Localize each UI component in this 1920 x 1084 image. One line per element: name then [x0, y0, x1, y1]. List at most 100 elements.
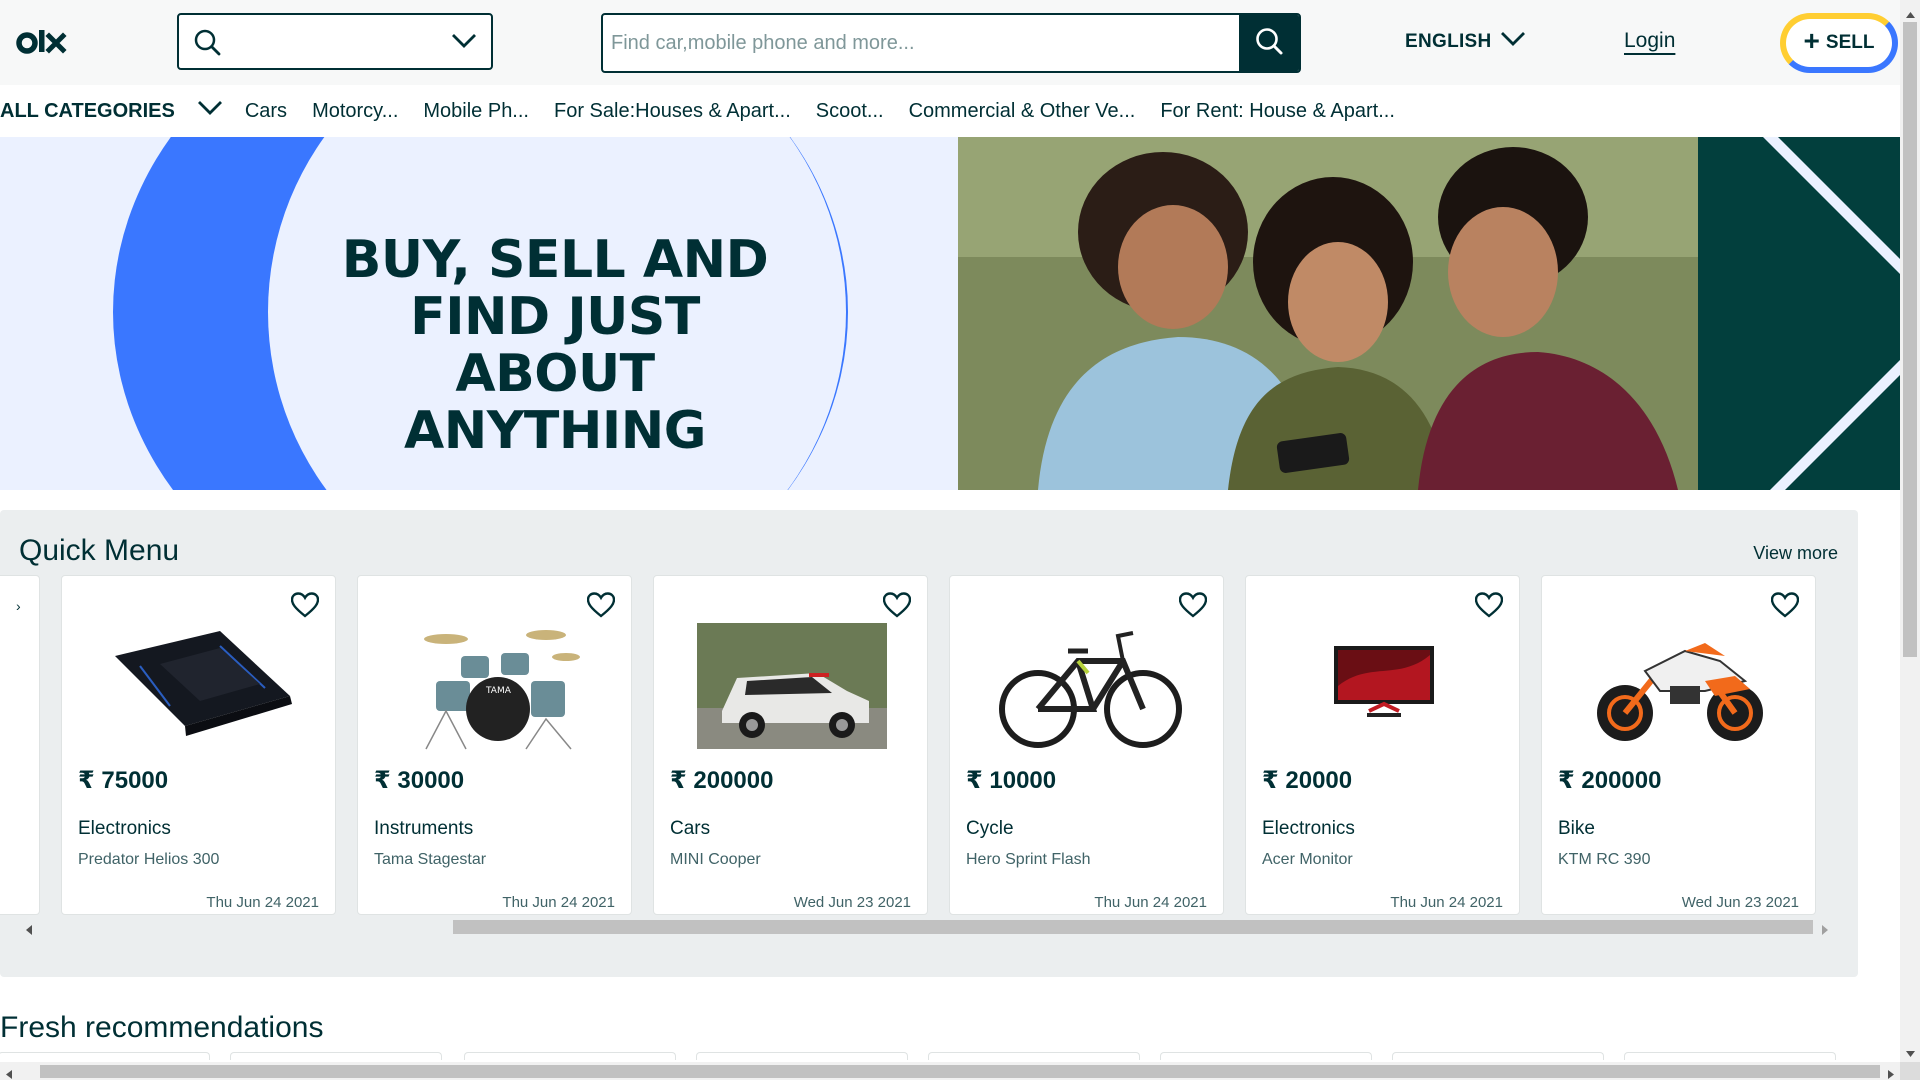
card-title: Hero Sprint Flash: [966, 851, 1091, 868]
heart-icon[interactable]: [1178, 592, 1208, 623]
heart-icon[interactable]: [882, 592, 912, 623]
category-item-motorcycles[interactable]: Motorcy...: [312, 100, 398, 123]
card-placeholder[interactable]: [1392, 1052, 1604, 1060]
quick-menu-carousel: › ₹ 75000 Electronics Predator Helios 30…: [0, 575, 1835, 915]
search-button[interactable]: [1239, 15, 1299, 71]
card-date: Thu Jun 24 2021: [1390, 894, 1503, 911]
category-item-scooters[interactable]: Scoot...: [816, 100, 884, 123]
search-bar: [601, 13, 1301, 73]
banner-photo: [958, 137, 1698, 490]
heart-icon[interactable]: [290, 592, 320, 623]
scroll-up-icon[interactable]: [1906, 5, 1915, 23]
heart-icon[interactable]: [1474, 592, 1504, 623]
sell-label: SELL: [1825, 32, 1875, 53]
scroll-right-icon[interactable]: [1888, 1066, 1894, 1084]
quick-menu-section: Quick Menu View more › ₹ 75000 Electroni…: [0, 510, 1858, 977]
card-title: KTM RC 390: [1558, 851, 1651, 868]
card-category: Electronics: [1262, 818, 1355, 839]
car-icon: [674, 621, 909, 751]
category-nav: ALL CATEGORIES Cars Motorcy... Mobile Ph…: [0, 85, 1900, 137]
scroll-right-icon[interactable]: [1820, 922, 1828, 940]
card-date: Thu Jun 24 2021: [1094, 894, 1207, 911]
scroll-left-icon[interactable]: [26, 922, 34, 940]
page-horizontal-scrollbar-thumb[interactable]: [40, 1065, 1880, 1078]
card-price: ₹ 200000: [670, 767, 774, 794]
product-card[interactable]: ₹ 20000 Electronics Acer Monitor Thu Jun…: [1245, 575, 1520, 915]
scroll-left-icon[interactable]: [6, 1066, 12, 1084]
card-price: ₹ 20000: [1262, 767, 1353, 794]
plus-icon: +: [1803, 25, 1820, 56]
drum-kit-icon: TAMA: [378, 621, 613, 751]
language-label: ENGLISH: [1405, 31, 1492, 52]
monitor-icon: [1266, 621, 1501, 751]
card-category: Cycle: [966, 818, 1014, 839]
chevron-down-icon: [1500, 30, 1526, 54]
page-horizontal-scrollbar[interactable]: [0, 1062, 1900, 1080]
page-vertical-scrollbar[interactable]: [1900, 0, 1920, 1062]
card-placeholder[interactable]: [1624, 1052, 1836, 1060]
language-selector[interactable]: ENGLISH: [1405, 30, 1526, 54]
card-date: Wed Jun 23 2021: [1681, 894, 1799, 911]
product-card[interactable]: TAMA ₹ 30000 Instruments Tama Stagestar …: [357, 575, 632, 915]
all-categories-menu[interactable]: ALL CATEGORIES: [0, 99, 223, 123]
login-link[interactable]: Login: [1624, 29, 1675, 53]
chevron-down-icon[interactable]: [451, 32, 477, 55]
hero-banner[interactable]: BUY, SELL AND FIND JUST ABOUT ANYTHING: [0, 137, 1900, 490]
page-vertical-scrollbar-thumb[interactable]: [1903, 22, 1917, 657]
card-category: Bike: [1558, 818, 1595, 839]
card-date: Wed Jun 23 2021: [793, 894, 911, 911]
fresh-recommendations-title: Fresh recommendations: [0, 1011, 324, 1044]
card-price: ₹ 10000: [966, 767, 1057, 794]
card-placeholder[interactable]: [464, 1052, 676, 1060]
search-input[interactable]: [603, 15, 1239, 71]
product-card[interactable]: ₹ 200000 Bike KTM RC 390 Wed Jun 23 2021: [1541, 575, 1816, 915]
olx-logo[interactable]: [16, 26, 76, 60]
card-placeholder[interactable]: [696, 1052, 908, 1060]
category-item-houses-rent[interactable]: For Rent: House & Apart...: [1160, 100, 1395, 123]
card-price: ₹ 30000: [374, 767, 465, 794]
card-title: Acer Monitor: [1262, 851, 1353, 868]
quick-menu-title: Quick Menu: [19, 534, 180, 567]
card-category: Instruments: [374, 818, 474, 839]
category-item-houses-sale[interactable]: For Sale:Houses & Apart...: [554, 100, 791, 123]
category-item-cars[interactable]: Cars: [245, 100, 287, 123]
product-card[interactable]: ₹ 200000 Cars MINI Cooper Wed Jun 23 202…: [653, 575, 928, 915]
carousel-scrollbar[interactable]: [20, 917, 1830, 935]
card-price: ₹ 75000: [78, 767, 169, 794]
card-title: Tama Stagestar: [374, 851, 487, 868]
banner-graphic: BUY, SELL AND FIND JUST ABOUT ANYTHING: [0, 137, 958, 490]
location-selector[interactable]: [177, 13, 493, 70]
carousel-scrollbar-thumb[interactable]: [453, 920, 1813, 934]
category-item-mobile-phones[interactable]: Mobile Ph...: [423, 100, 529, 123]
scroll-down-icon[interactable]: [1906, 1044, 1915, 1062]
banner-line-3: ANYTHING: [404, 401, 706, 461]
laptop-icon: [82, 621, 317, 751]
card-placeholder[interactable]: [928, 1052, 1140, 1060]
search-icon: [1254, 26, 1284, 61]
banner-next-panel: [1698, 137, 1900, 490]
card-placeholder[interactable]: [1160, 1052, 1372, 1060]
category-item-commercial-vehicles[interactable]: Commercial & Other Ve...: [909, 100, 1136, 123]
heart-icon[interactable]: [586, 592, 616, 623]
card-price: ₹ 200000: [1558, 767, 1662, 794]
svg-text:TAMA: TAMA: [485, 686, 512, 696]
banner-line-1: BUY, SELL AND: [341, 230, 769, 290]
card-title: Predator Helios 300: [78, 851, 220, 868]
motorcycle-icon: [1562, 621, 1797, 751]
banner-line-2: FIND JUST ABOUT: [410, 287, 700, 404]
banner-headline: BUY, SELL AND FIND JUST ABOUT ANYTHING: [310, 232, 800, 460]
product-card[interactable]: ₹ 75000 Electronics Predator Helios 300 …: [61, 575, 336, 915]
card-category: Electronics: [78, 818, 171, 839]
heart-icon[interactable]: [1770, 592, 1800, 623]
card-date: Thu Jun 24 2021: [206, 894, 319, 911]
top-header: ENGLISH Login + SELL: [0, 0, 1900, 85]
product-card[interactable]: ₹ 10000 Cycle Hero Sprint Flash Thu Jun …: [949, 575, 1224, 915]
sell-button[interactable]: + SELL: [1780, 13, 1898, 73]
search-icon: [193, 28, 221, 61]
fresh-recommendations-cards: [0, 1052, 1880, 1060]
card-placeholder[interactable]: [230, 1052, 442, 1060]
card-date: Thu Jun 24 2021: [502, 894, 615, 911]
view-more-link[interactable]: View more: [1753, 543, 1838, 564]
card-placeholder[interactable]: [0, 1052, 210, 1060]
card-partial[interactable]: ›: [0, 575, 40, 915]
